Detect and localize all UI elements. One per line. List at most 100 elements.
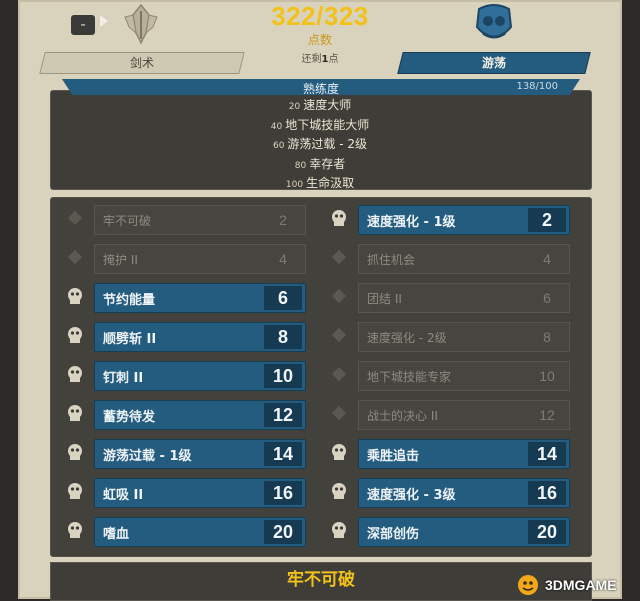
skill-name: 嗜血 bbox=[103, 526, 130, 542]
skill-slot[interactable]: 速度强化 - 2级 8 bbox=[358, 322, 570, 352]
skill-level: 12 bbox=[264, 403, 302, 427]
unlocked-skill-icon bbox=[64, 363, 86, 385]
skill-name: 顺劈斩 II bbox=[103, 331, 157, 347]
mastery-name: 地下城技能大师 bbox=[285, 117, 370, 132]
skill-name: 节约能量 bbox=[103, 292, 156, 308]
skill-level: 10 bbox=[264, 364, 302, 388]
tab-roaming-label: 游荡 bbox=[481, 56, 506, 70]
skill-level: 20 bbox=[528, 520, 566, 544]
skill-slot[interactable]: 速度强化 - 3级 16 bbox=[358, 478, 570, 508]
skill-level: 14 bbox=[264, 442, 302, 466]
skill-slot[interactable]: 蓄势待发 12 bbox=[94, 400, 306, 430]
skill-slot[interactable]: 地下城技能专家 10 bbox=[358, 361, 570, 391]
mastery-title: 熟练度 bbox=[302, 82, 339, 96]
locked-diamond-icon bbox=[64, 207, 86, 229]
mastery-level: 40 bbox=[270, 121, 283, 132]
mastery-item: 40 地下城技能大师 bbox=[50, 117, 590, 137]
skill-level: 6 bbox=[264, 286, 302, 310]
mastery-name: 生命汲取 bbox=[306, 176, 355, 190]
skill-slot[interactable]: 节约能量 6 bbox=[94, 283, 306, 313]
skill-name: 抓住机会 bbox=[367, 252, 416, 267]
unlocked-skill-icon bbox=[64, 441, 86, 463]
unlocked-skill-icon bbox=[328, 207, 350, 229]
skill-level: 8 bbox=[543, 329, 551, 345]
unlocked-skill-icon bbox=[328, 480, 350, 502]
mastery-level: 20 bbox=[288, 102, 301, 112]
skill-level: 2 bbox=[279, 212, 287, 228]
skill-level: 6 bbox=[543, 290, 551, 306]
skill-level: 12 bbox=[539, 407, 555, 423]
mastery-count: 138/100 bbox=[516, 81, 558, 92]
skill-name: 速度强化 - 2级 bbox=[367, 330, 447, 345]
skill-slot[interactable]: 速度强化 - 1级 2 bbox=[358, 205, 570, 235]
skill-slot[interactable]: 钉刺 II 10 bbox=[94, 361, 306, 391]
watermark-logo-icon bbox=[518, 575, 538, 595]
skill-slot[interactable]: 抓住机会 4 bbox=[358, 244, 570, 274]
skill-slot[interactable]: 嗜血 20 bbox=[94, 517, 306, 547]
skill-slot[interactable]: 游荡过载 - 1级 14 bbox=[94, 439, 306, 469]
skill-level: 20 bbox=[264, 520, 302, 544]
skill-name: 速度强化 - 1级 bbox=[367, 214, 456, 230]
skill-slot[interactable]: 深部创伤 20 bbox=[358, 517, 570, 547]
mastery-name: 速度大师 bbox=[303, 98, 352, 112]
unlocked-skill-icon bbox=[328, 519, 350, 541]
unlocked-skill-icon bbox=[64, 519, 86, 541]
skill-name: 速度强化 - 3级 bbox=[367, 487, 456, 503]
locked-diamond-icon bbox=[64, 246, 86, 268]
rogue-emblem-icon[interactable] bbox=[470, 2, 518, 46]
mastery-level: 60 bbox=[272, 141, 285, 151]
skill-slot[interactable]: 顺劈斩 II 8 bbox=[94, 322, 306, 352]
watermark-text: 3DMGAME bbox=[545, 577, 617, 593]
mastery-item: 80 幸存者 bbox=[50, 156, 590, 176]
skill-points: 322/323 bbox=[271, 1, 369, 31]
skill-detail-title: 牢不可破 bbox=[287, 570, 355, 590]
skill-level: 8 bbox=[264, 325, 302, 349]
skill-name: 战士的决心 II bbox=[367, 408, 438, 423]
locked-diamond-icon bbox=[328, 285, 350, 307]
unlocked-skill-icon bbox=[64, 324, 86, 346]
skill-level: 10 bbox=[539, 368, 555, 384]
locked-diamond-icon bbox=[328, 402, 350, 424]
skill-name: 虹吸 II bbox=[103, 487, 144, 503]
skill-slot[interactable]: 战士的决心 II 12 bbox=[358, 400, 570, 430]
mastery-level: 100 bbox=[285, 180, 304, 190]
unlocked-skill-icon bbox=[64, 285, 86, 307]
skill-name: 团结 II bbox=[367, 291, 402, 306]
skill-name: 牢不可破 bbox=[103, 213, 152, 228]
skill-name: 蓄势待发 bbox=[103, 409, 156, 425]
skill-slot[interactable]: 乘胜追击 14 bbox=[358, 439, 570, 469]
skill-level: 4 bbox=[543, 251, 551, 267]
locked-diamond-icon bbox=[328, 324, 350, 346]
tab-swordsmanship[interactable]: 剑术 bbox=[39, 52, 245, 74]
skill-level: 2 bbox=[528, 208, 566, 232]
remaining-prefix: 还剩 bbox=[301, 54, 322, 65]
points-label: 点数 bbox=[307, 33, 332, 47]
unlocked-skill-icon bbox=[328, 441, 350, 463]
unlocked-skill-icon bbox=[64, 480, 86, 502]
locked-diamond-icon bbox=[328, 363, 350, 385]
skill-slot[interactable]: 团结 II 6 bbox=[358, 283, 570, 313]
skill-level: 14 bbox=[528, 442, 566, 466]
mastery-name: 游荡过载 - 2级 bbox=[287, 137, 368, 151]
skill-slot[interactable]: 虹吸 II 16 bbox=[94, 478, 306, 508]
skill-level: 4 bbox=[279, 251, 287, 267]
skill-name: 钉刺 II bbox=[103, 370, 144, 386]
skill-level: 16 bbox=[528, 481, 566, 505]
skill-slot[interactable]: 牢不可破 2 bbox=[94, 205, 306, 235]
skill-name: 掩护 II bbox=[103, 252, 138, 267]
skill-name: 游荡过载 - 1级 bbox=[103, 448, 192, 464]
watermark: 3DMGAME bbox=[515, 572, 637, 598]
skill-name: 乘胜追击 bbox=[367, 448, 420, 464]
skill-name: 地下城技能专家 bbox=[367, 369, 452, 384]
skill-slot[interactable]: 掩护 II 4 bbox=[94, 244, 306, 274]
skill-name: 深部创伤 bbox=[367, 526, 420, 542]
tab-roaming[interactable]: 游荡 bbox=[397, 52, 591, 74]
unlocked-skill-icon bbox=[64, 402, 86, 424]
tab-swordsmanship-label: 剑术 bbox=[129, 56, 154, 70]
mastery-list: 20 速度大师 40 地下城技能大师 60 游荡过载 - 2级 80 幸存者 100 生命… bbox=[50, 97, 590, 195]
mastery-item: 60 游荡过载 - 2级 bbox=[50, 136, 590, 156]
mastery-item: 20 速度大师 bbox=[50, 97, 590, 117]
mastery-name: 幸存者 bbox=[309, 156, 346, 171]
mastery-bar: 熟练度 138/100 bbox=[62, 79, 580, 95]
remaining-suffix: 点 bbox=[328, 54, 339, 65]
